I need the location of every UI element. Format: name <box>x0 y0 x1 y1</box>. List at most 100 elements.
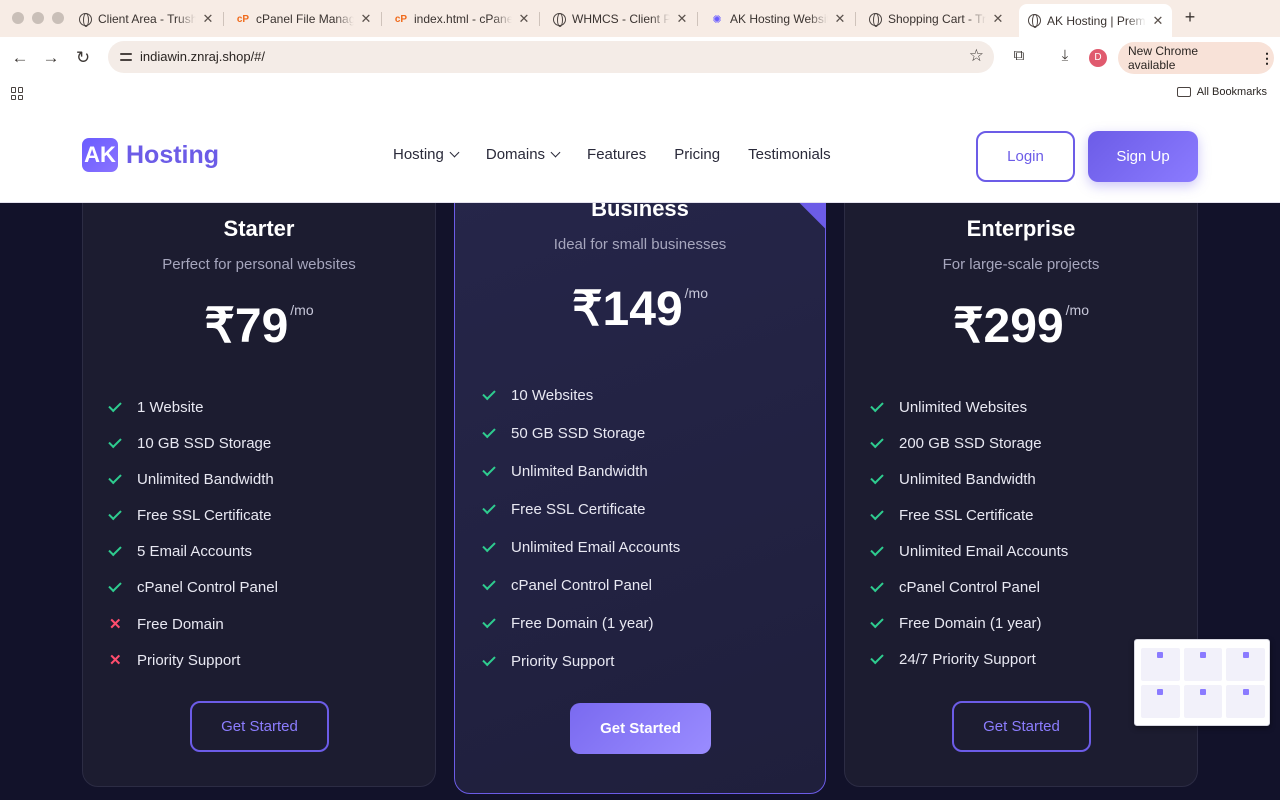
close-icon[interactable]: ✕ <box>676 11 688 27</box>
feature-item: Unlimited Bandwidth <box>108 470 274 488</box>
cpanel-icon: cP <box>394 13 408 25</box>
extensions-icon[interactable]: ⧉ <box>1009 47 1029 67</box>
get-started-button[interactable]: Get Started <box>190 701 329 752</box>
check-icon <box>870 542 884 557</box>
feature-item: Unlimited Bandwidth <box>482 462 648 480</box>
address-bar[interactable]: indiawin.znraj.shop/#/ ☆ <box>108 41 994 73</box>
feature-item: Priority Support <box>482 652 614 670</box>
feature-item: Free SSL Certificate <box>870 506 1034 524</box>
cpanel-icon: cP <box>236 13 250 25</box>
signup-button[interactable]: Sign Up <box>1088 131 1198 182</box>
tab-title: WHMCS - Client Pr <box>572 12 670 26</box>
all-bookmarks-label: All Bookmarks <box>1196 86 1267 98</box>
price-amount: ₹299 <box>953 300 1064 353</box>
check-icon <box>108 398 122 413</box>
globe-icon <box>78 12 92 27</box>
feature-item: cPanel Control Panel <box>108 578 278 596</box>
check-icon <box>108 470 122 485</box>
plan-card-business: POPULAR Business Ideal for small busines… <box>454 147 826 794</box>
check-icon <box>870 650 884 665</box>
nav-domains[interactable]: Domains <box>486 146 561 163</box>
feature-item: 10 GB SSD Storage <box>108 434 271 452</box>
window-zoom-button[interactable] <box>52 12 64 24</box>
check-icon <box>482 652 496 667</box>
all-bookmarks-button[interactable]: All Bookmarks <box>1176 86 1267 98</box>
check-icon <box>870 434 884 449</box>
feature-item: cPanel Control Panel <box>870 578 1040 596</box>
download-icon[interactable]: ⤓ <box>1055 47 1075 67</box>
bookmark-star-icon[interactable]: ☆ <box>969 46 984 66</box>
apps-grid-icon[interactable] <box>11 87 24 100</box>
check-icon <box>482 386 496 401</box>
feature-item: 50 GB SSD Storage <box>482 424 645 442</box>
claude-icon: ✺ <box>712 13 722 26</box>
check-icon <box>108 434 122 449</box>
feature-item: Free SSL Certificate <box>482 500 646 518</box>
screenshot-preview-thumbnail[interactable] <box>1134 639 1270 726</box>
browser-tab-active[interactable]: AK Hosting | Premi ✕ <box>1019 4 1172 37</box>
close-icon[interactable]: ✕ <box>992 11 1004 27</box>
feature-item: Unlimited Bandwidth <box>870 470 1036 488</box>
feature-item: Free Domain (1 year) <box>870 614 1042 632</box>
folder-icon <box>1176 87 1191 97</box>
feature-item: 5 Email Accounts <box>108 542 252 560</box>
check-icon <box>108 506 122 521</box>
chrome-update-button[interactable]: New Chrome available ⋮ <box>1118 42 1274 74</box>
plan-card-starter: Starter Perfect for personal websites ₹7… <box>82 167 436 787</box>
price-amount: ₹149 <box>572 283 683 336</box>
login-button[interactable]: Login <box>976 131 1075 182</box>
plan-description: Ideal for small businesses <box>553 236 727 253</box>
browser-tab[interactable]: cP index.html - cPane ✕ <box>386 6 538 32</box>
close-icon[interactable]: ✕ <box>202 11 214 27</box>
browser-tab-strip: Client Area - Trush ✕ cP cPanel File Man… <box>0 0 1280 37</box>
plan-price: ₹299/mo <box>845 298 1197 354</box>
forward-icon[interactable]: → <box>39 46 63 70</box>
check-icon <box>482 614 496 629</box>
check-icon <box>870 506 884 521</box>
price-period: /mo <box>290 302 314 318</box>
close-icon[interactable]: ✕ <box>360 11 372 27</box>
close-icon[interactable]: ✕ <box>1152 13 1164 29</box>
tab-title: AK Hosting | Premi <box>1047 13 1146 28</box>
logo-text: Hosting <box>126 140 220 169</box>
feature-item: 24/7 Priority Support <box>870 650 1036 668</box>
plan-price: ₹79/mo <box>83 298 435 354</box>
window-minimize-button[interactable] <box>32 12 44 24</box>
feature-item-excluded: ✕ Free Domain <box>109 615 224 634</box>
feature-item: Free SSL Certificate <box>108 506 272 524</box>
get-started-button[interactable]: Get Started <box>570 703 711 754</box>
close-icon[interactable]: ✕ <box>518 11 530 27</box>
browser-tab[interactable]: Client Area - Trush ✕ <box>70 6 222 32</box>
url-text[interactable]: indiawin.znraj.shop/#/ <box>140 49 265 64</box>
browser-tab[interactable]: ✺ AK Hosting Websit ✕ <box>702 6 854 32</box>
site-logo[interactable]: AK Hosting <box>82 138 219 172</box>
check-icon <box>870 614 884 629</box>
browser-tab[interactable]: Shopping Cart - Tr ✕ <box>860 6 1012 32</box>
price-period: /mo <box>1065 302 1089 318</box>
get-started-button[interactable]: Get Started <box>952 701 1091 752</box>
check-icon <box>482 576 496 591</box>
feature-item: Free Domain (1 year) <box>482 614 654 632</box>
plan-description: Perfect for personal websites <box>162 256 356 273</box>
back-icon[interactable]: ← <box>8 46 32 70</box>
browser-tab[interactable]: WHMCS - Client Pr ✕ <box>544 6 696 32</box>
update-label: New Chrome available <box>1128 44 1199 72</box>
check-icon <box>870 470 884 485</box>
menu-dots-icon[interactable]: ⋮ <box>1260 50 1274 67</box>
browser-tab[interactable]: cP cPanel File Manage ✕ <box>228 6 380 32</box>
window-close-button[interactable] <box>12 12 24 24</box>
tab-title: Shopping Cart - Tr <box>888 12 986 26</box>
close-icon[interactable]: ✕ <box>834 11 846 27</box>
plan-description: For large-scale projects <box>942 256 1100 273</box>
nav-features[interactable]: Features <box>587 146 646 163</box>
feature-item: 1 Website <box>108 398 203 416</box>
nav-testimonials[interactable]: Testimonials <box>748 146 831 163</box>
profile-avatar[interactable]: D <box>1089 49 1107 67</box>
cross-icon: ✕ <box>109 652 122 669</box>
site-settings-icon[interactable] <box>118 49 134 65</box>
reload-icon[interactable]: ↻ <box>71 46 95 70</box>
new-tab-button[interactable]: + <box>1181 7 1199 29</box>
chevron-down-icon <box>449 147 460 158</box>
nav-hosting[interactable]: Hosting <box>393 146 460 163</box>
nav-pricing[interactable]: Pricing <box>674 146 720 163</box>
